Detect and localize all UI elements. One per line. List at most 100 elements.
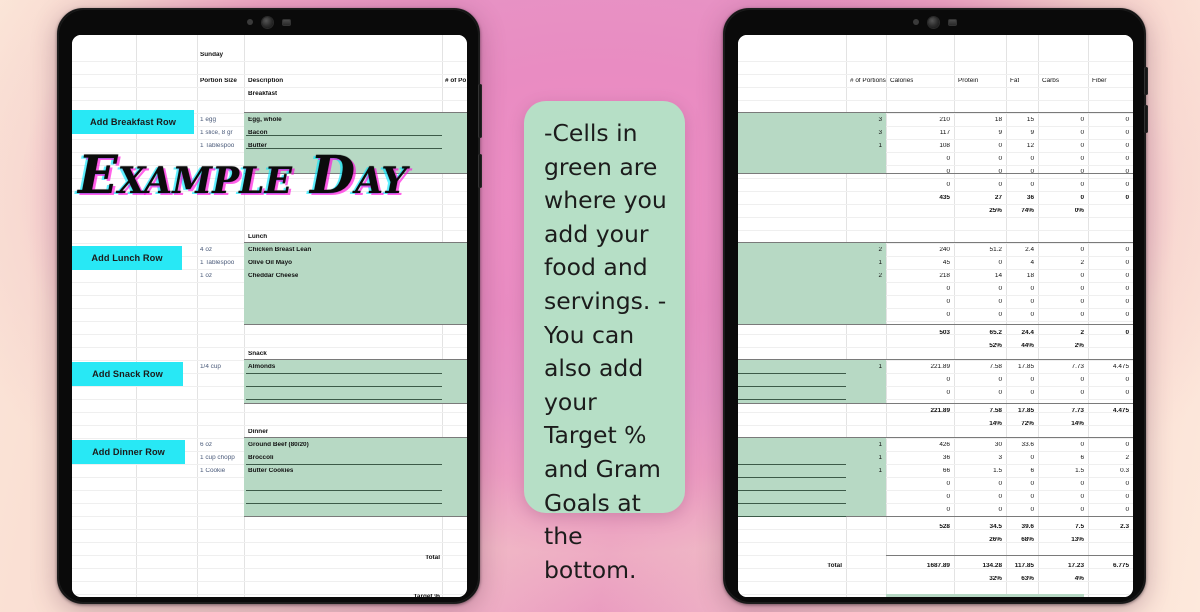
grand-total-label: Total — [827, 563, 842, 569]
fiber-cell: 0 — [1125, 247, 1129, 253]
snack-bottom-rule — [738, 403, 1133, 404]
portion-cell[interactable]: 1 Tablespoo — [200, 260, 234, 266]
snack-green-zone[interactable] — [244, 360, 467, 403]
subtotal-fiber: 2.3 — [1120, 524, 1129, 530]
entry-line — [246, 399, 442, 400]
fat-cell: 12 — [1026, 143, 1034, 149]
calories-cell: 0 — [946, 494, 950, 500]
speaker-icon — [947, 18, 957, 26]
portions-cell[interactable]: 1 — [838, 260, 882, 266]
grand-percent-fat: 63% — [1021, 576, 1034, 582]
fat-cell: 0 — [1030, 377, 1034, 383]
description-cell[interactable]: Chicken Breast Lean — [248, 247, 311, 253]
portions-cell[interactable]: 1 — [838, 442, 882, 448]
fiber-cell: 0 — [1125, 286, 1129, 292]
portions-cell[interactable]: 2 — [838, 273, 882, 279]
entry-line — [738, 490, 846, 491]
snack-top-rule — [244, 359, 467, 360]
left-tablet-volume-button[interactable] — [478, 84, 482, 138]
add-dinner-row-button[interactable]: Add Dinner Row — [72, 440, 185, 464]
entry-line — [246, 503, 442, 504]
portions-cell[interactable]: 1 — [838, 455, 882, 461]
subtotal-fat: 24.4 — [1021, 330, 1034, 336]
portion-cell[interactable]: 1 Cookie — [200, 468, 225, 474]
add-snack-row-button[interactable]: Add Snack Row — [72, 362, 183, 386]
calories-cell: 221.89 — [930, 364, 950, 370]
description-cell[interactable]: Broccoli — [248, 455, 274, 461]
target-percent-input-zone[interactable] — [886, 594, 1084, 597]
portion-cell[interactable]: 4 oz — [200, 247, 212, 253]
right-tablet-volume-button[interactable] — [1144, 67, 1148, 95]
right-tablet-bezel-sensors — [724, 9, 1145, 35]
lunch-portions-zone[interactable] — [738, 243, 886, 324]
dinner-green-zone[interactable] — [244, 438, 467, 516]
grand-percent-carbs: 4% — [1074, 576, 1084, 582]
description-cell[interactable]: Almonds — [248, 364, 275, 370]
portions-cell[interactable]: 1 — [838, 468, 882, 474]
subtotal-fat: 17.85 — [1018, 408, 1034, 414]
header-description: Description — [248, 78, 284, 84]
front-camera-icon — [261, 16, 273, 28]
description-cell[interactable]: Ground Beef (80/20) — [248, 442, 309, 448]
fat-cell: 0 — [1030, 299, 1034, 305]
calories-cell: 0 — [946, 507, 950, 513]
right-tablet-power-button[interactable] — [1144, 105, 1148, 133]
left-tablet-bezel-sensors — [58, 9, 479, 35]
right-spreadsheet[interactable]: # of Portions Calories Protein Fat Carbs… — [738, 35, 1133, 597]
fiber-cell: 2 — [1125, 455, 1129, 461]
subtotal-calories: 528 — [939, 524, 950, 530]
left-spreadsheet[interactable]: Sunday Portion Size Description # of Po … — [72, 35, 467, 597]
fat-cell: 0 — [1030, 286, 1034, 292]
lunch-top-rule — [244, 242, 467, 243]
left-tablet-power-button[interactable] — [478, 154, 482, 188]
lunch-green-zone[interactable] — [244, 243, 467, 324]
portions-cell[interactable]: 3 — [838, 130, 882, 136]
subtotal-fiber: 0 — [1125, 330, 1129, 336]
grand-total-fat: 117.85 — [1014, 563, 1034, 569]
fat-cell: 0 — [1030, 182, 1034, 188]
entry-line — [738, 464, 846, 465]
add-lunch-row-button[interactable]: Add Lunch Row — [72, 246, 182, 270]
fat-cell: 0 — [1030, 169, 1034, 175]
right-tablet-screen: # of Portions Calories Protein Fat Carbs… — [738, 35, 1133, 597]
calories-cell: 117 — [939, 130, 950, 136]
calories-cell: 45 — [942, 260, 950, 266]
snack-bottom-rule — [244, 403, 467, 404]
description-cell[interactable]: Butter Cookies — [248, 468, 293, 474]
description-cell[interactable]: Egg, whole — [248, 117, 282, 123]
fat-cell: 9 — [1030, 130, 1034, 136]
column-header-protein: Protein — [958, 78, 979, 84]
entry-line — [246, 135, 442, 136]
calories-cell: 0 — [946, 312, 950, 318]
fat-cell: 0 — [1030, 494, 1034, 500]
add-breakfast-row-button[interactable]: Add Breakfast Row — [72, 110, 194, 134]
calories-cell: 0 — [946, 481, 950, 487]
calories-cell: 0 — [946, 156, 950, 162]
grand-total-fiber: 6.775 — [1113, 563, 1129, 569]
portions-cell[interactable]: 2 — [838, 247, 882, 253]
calories-cell: 0 — [946, 286, 950, 292]
portions-cell[interactable]: 1 — [838, 364, 882, 370]
fat-cell: 0 — [1030, 312, 1034, 318]
calories-cell: 0 — [946, 390, 950, 396]
description-cell[interactable]: Olive Oil Mayo — [248, 260, 292, 266]
dinner-top-rule — [244, 437, 467, 438]
entry-line — [738, 399, 846, 400]
subtotal-calories: 221.89 — [930, 408, 950, 414]
portion-cell[interactable]: 1 oz — [200, 273, 212, 279]
info-tooltip-card: -Cells in green are where you add your f… — [524, 101, 685, 584]
portions-cell[interactable]: 3 — [838, 117, 882, 123]
portions-cell[interactable]: 1 — [838, 143, 882, 149]
portion-cell[interactable]: 6 oz — [200, 442, 212, 448]
portion-cell[interactable]: 1/4 cup — [200, 364, 221, 370]
breakfast-top-rule — [244, 112, 467, 113]
description-cell[interactable]: Cheddar Cheese — [248, 273, 298, 279]
total-label: Total — [425, 555, 440, 561]
fiber-cell: 0 — [1125, 312, 1129, 318]
fiber-cell: 0 — [1125, 260, 1129, 266]
portion-cell[interactable]: 1 slice, 8 gr — [200, 130, 233, 136]
portion-cell[interactable]: 1 egg — [200, 117, 216, 123]
fiber-cell: 0 — [1125, 143, 1129, 149]
portion-cell[interactable]: 1 cup chopp — [200, 455, 235, 461]
description-cell[interactable]: Bacon — [248, 130, 268, 136]
